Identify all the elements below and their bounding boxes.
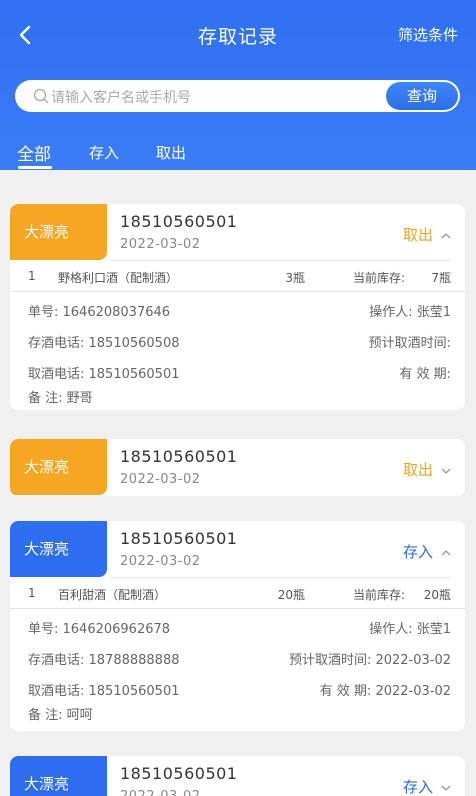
stock-label: 当前库存:: [352, 271, 405, 285]
chevron-down-icon: [441, 468, 451, 474]
record-date: 2022-03-02: [120, 789, 201, 796]
customer-name-tag: 大漂亮: [10, 204, 107, 260]
chevron-up-icon: [441, 549, 451, 555]
validity: 有 效 期:: [399, 367, 451, 382]
record-date: 2022-03-02: [120, 472, 201, 487]
remark: 备 注: 呵呵: [28, 708, 93, 723]
action-type: 取出: [402, 226, 433, 244]
wine-item-row: 1 百利甜酒（配制酒） 20瓶 当前库存: 20瓶: [10, 578, 465, 609]
search-bar: 请输入客户名或手机号 查询: [15, 80, 460, 112]
filter-button[interactable]: 筛选条件: [398, 24, 458, 45]
validity: 有 效 期: 2022-03-02: [319, 684, 451, 699]
action-type: 存入: [402, 543, 433, 561]
store-phone: 存酒电话: 18788888888: [28, 653, 180, 668]
action-type: 存入: [402, 778, 433, 796]
customer-name-tag: 大漂亮: [10, 521, 107, 577]
operator: 操作人: 张莹1: [369, 305, 451, 320]
customer-phone: 18510560501: [120, 764, 238, 783]
expand-toggle[interactable]: 取出: [403, 459, 451, 480]
take-phone: 取酒电话: 18510560501: [28, 684, 180, 699]
app-header: 存取记录 筛选条件 请输入客户名或手机号 查询 全部 存入 取出: [0, 0, 476, 170]
active-tab-indicator: [18, 166, 52, 169]
stock-label: 当前库存:: [352, 588, 405, 602]
search-button[interactable]: 查询: [386, 82, 458, 110]
customer-name-tag: 大漂亮: [10, 439, 107, 495]
item-index: 1: [28, 269, 36, 283]
status-bar: [0, 0, 476, 8]
tab-all[interactable]: 全部: [17, 140, 51, 165]
record-card[interactable]: 大漂亮 18510560501 2022-03-02 存入 1 百利甜酒（配制酒…: [10, 521, 465, 731]
item-quantity: 3瓶: [285, 271, 305, 285]
chevron-up-icon: [441, 232, 451, 238]
pickup-time: 预计取酒时间: 2022-03-02: [288, 653, 451, 668]
tab-take[interactable]: 取出: [156, 142, 186, 163]
chevron-down-icon: [441, 785, 451, 791]
stock-value: 20瓶: [423, 588, 451, 602]
customer-phone: 18510560501: [120, 212, 238, 231]
item-name: 百利甜酒（配制酒）: [58, 588, 167, 602]
store-phone: 存酒电话: 18510560508: [28, 336, 180, 351]
stock-value: 7瓶: [431, 271, 451, 285]
divider: [10, 291, 465, 292]
operator: 操作人: 张莹1: [369, 622, 451, 637]
record-date: 2022-03-02: [120, 554, 201, 569]
action-type: 取出: [402, 461, 433, 479]
collapse-toggle[interactable]: 取出: [403, 224, 451, 245]
expand-toggle[interactable]: 存入: [403, 776, 451, 796]
search-icon: [33, 88, 49, 104]
take-phone: 取酒电话: 18510560501: [28, 367, 180, 382]
order-number: 单号: 1646206962678: [28, 622, 171, 637]
wine-item-row: 1 野格利口酒（配制酒） 3瓶 当前库存: 7瓶: [10, 261, 465, 292]
record-card[interactable]: 大漂亮 18510560501 2022-03-02 存入: [10, 756, 465, 796]
search-input[interactable]: 请输入客户名或手机号: [51, 87, 191, 107]
customer-phone: 18510560501: [120, 529, 238, 548]
pickup-time: 预计取酒时间:: [368, 336, 451, 351]
customer-name-tag: 大漂亮: [10, 756, 107, 796]
item-index: 1: [28, 586, 36, 600]
item-quantity: 20瓶: [277, 588, 305, 602]
remark: 备 注: 野哥: [28, 391, 93, 406]
order-number: 单号: 1646208037646: [28, 305, 171, 320]
collapse-toggle[interactable]: 存入: [403, 541, 451, 562]
record-card[interactable]: 大漂亮 18510560501 2022-03-02 取出: [10, 439, 465, 496]
customer-phone: 18510560501: [120, 447, 238, 466]
tab-store[interactable]: 存入: [89, 142, 119, 163]
item-name: 野格利口酒（配制酒）: [58, 271, 179, 285]
record-date: 2022-03-02: [120, 237, 201, 252]
divider: [10, 608, 465, 609]
record-card[interactable]: 大漂亮 18510560501 2022-03-02 取出 1 野格利口酒（配制…: [10, 204, 465, 410]
